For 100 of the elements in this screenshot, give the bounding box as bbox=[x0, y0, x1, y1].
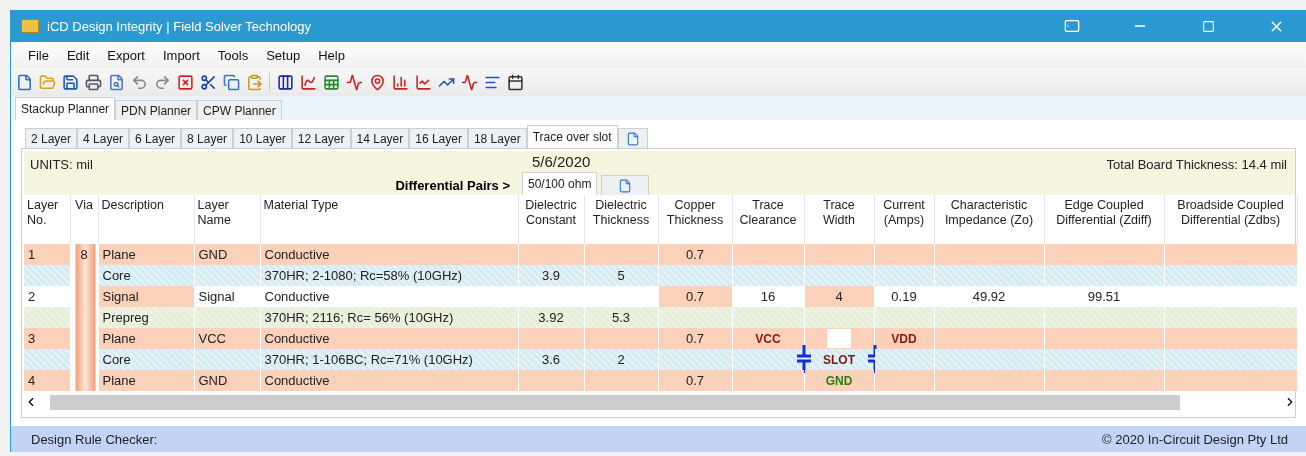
table-cell: 370HR; 1-106BC; Rc=71% (10GHz) bbox=[260, 349, 518, 370]
document-icon bbox=[625, 131, 640, 146]
spreadsheet-icon[interactable] bbox=[321, 72, 341, 92]
table-cell: 5.3 bbox=[584, 307, 658, 328]
tab[interactable]: PDN Planner bbox=[115, 100, 198, 120]
table-cell bbox=[518, 328, 584, 349]
tab[interactable]: 10 Layer bbox=[233, 128, 292, 148]
copy-icon[interactable] bbox=[221, 72, 241, 92]
net-label: VCC bbox=[755, 332, 781, 346]
table-cell: Conductive bbox=[260, 244, 518, 265]
table-cell bbox=[194, 265, 260, 286]
table-cell bbox=[732, 244, 804, 265]
table-cell bbox=[24, 349, 70, 370]
delete-icon[interactable] bbox=[175, 72, 195, 92]
bar-chart-icon[interactable] bbox=[390, 72, 410, 92]
table-cell bbox=[874, 244, 934, 265]
table-cell: Plane bbox=[98, 244, 194, 265]
new-tab-button[interactable] bbox=[617, 128, 648, 148]
table-cell bbox=[518, 244, 584, 265]
table-cell: Signal bbox=[98, 286, 194, 307]
table-cell: Conductive bbox=[260, 286, 518, 307]
units-label: UNITS: mil bbox=[29, 156, 93, 172]
pulse-chart-icon[interactable] bbox=[459, 72, 479, 92]
table-cell: 2 bbox=[24, 286, 70, 307]
app-icon bbox=[21, 19, 39, 33]
table-cell: 0.7 bbox=[658, 328, 732, 349]
cut-icon[interactable] bbox=[198, 72, 218, 92]
table-cell: 370HR; 2-1080; Rc=58% (10GHz) bbox=[260, 265, 518, 286]
table-cell: 5 bbox=[584, 265, 658, 286]
tab[interactable]: 14 Layer bbox=[350, 128, 410, 148]
menu-item[interactable]: Setup bbox=[257, 47, 310, 63]
table-cell: 4 bbox=[24, 370, 70, 391]
menu-item[interactable]: Tools bbox=[208, 47, 258, 63]
table-cell: GND bbox=[194, 370, 260, 391]
window-title: iCD Design Integrity | Field Solver Technology bbox=[47, 18, 312, 34]
table-cell: Plane bbox=[98, 370, 194, 391]
board-thickness-label: Total Board Thickness: 14.4 mil bbox=[1106, 156, 1287, 172]
table-cell: 8 bbox=[70, 244, 98, 265]
table-cell bbox=[874, 265, 934, 286]
tab[interactable]: 6 Layer bbox=[129, 128, 182, 148]
table-cell: 0.19 bbox=[874, 286, 934, 307]
table-cell: 4 bbox=[804, 286, 874, 307]
tab[interactable]: 12 Layer bbox=[291, 128, 351, 148]
table-cell: GND bbox=[194, 244, 260, 265]
curve-chart-icon[interactable] bbox=[298, 72, 318, 92]
table-cell: 0.7 bbox=[658, 370, 732, 391]
tab[interactable]: Trace over slot bbox=[526, 125, 618, 148]
scrollbar-thumb[interactable] bbox=[50, 394, 1180, 410]
table-cell: 3.92 bbox=[518, 307, 584, 328]
maximize-icon[interactable] bbox=[1201, 19, 1215, 33]
tab[interactable]: 18 Layer bbox=[467, 128, 527, 148]
tab[interactable]: 50/100 ohm bbox=[522, 172, 598, 195]
differential-pairs-label: Differential Pairs > bbox=[395, 178, 511, 195]
tab[interactable]: 16 Layer bbox=[409, 128, 468, 148]
table-cell bbox=[70, 370, 98, 391]
table-cell: 2 bbox=[584, 349, 658, 370]
table-cell: Core bbox=[98, 265, 194, 286]
tab[interactable]: 4 Layer bbox=[77, 128, 130, 148]
table-cell: 16 bbox=[732, 286, 804, 307]
menu-item[interactable]: Import bbox=[153, 47, 209, 63]
table-cell bbox=[194, 307, 260, 328]
net-label: GND bbox=[825, 374, 853, 388]
columns-icon[interactable] bbox=[275, 72, 295, 92]
tab[interactable]: 8 Layer bbox=[181, 128, 234, 148]
table-cell: 1 bbox=[24, 244, 70, 265]
slot-label: SLOT bbox=[823, 353, 855, 367]
table-cell: Prepreg bbox=[98, 307, 194, 328]
table-cell bbox=[804, 244, 874, 265]
copyright-text: © 2020 In-Circuit Design Pty Ltd bbox=[1102, 431, 1288, 447]
table-cell bbox=[804, 265, 874, 286]
table-cell: 370HR; 2116; Rc= 56% (10GHz) bbox=[260, 307, 518, 328]
table-cell: VCC bbox=[194, 328, 260, 349]
table-cell bbox=[24, 307, 70, 328]
capacitor-icon bbox=[795, 345, 812, 373]
menu-item[interactable]: Edit bbox=[57, 47, 99, 63]
table-cell bbox=[732, 265, 804, 286]
tab[interactable]: Stackup Planner bbox=[15, 97, 116, 120]
line-chart-icon[interactable] bbox=[413, 72, 433, 92]
table-cell: Conductive bbox=[260, 370, 518, 391]
tab[interactable]: 2 Layer bbox=[25, 128, 78, 148]
menu-item[interactable]: Help bbox=[309, 47, 354, 63]
table-cell bbox=[518, 370, 584, 391]
tablet-icon[interactable] bbox=[1064, 18, 1080, 34]
table-cell bbox=[24, 265, 70, 286]
save-icon[interactable] bbox=[60, 72, 80, 92]
table-cell: 49.92 bbox=[934, 286, 1044, 307]
tab[interactable]: CPW Planner bbox=[197, 100, 282, 120]
menu-item[interactable]: File bbox=[19, 47, 58, 63]
calendar-icon[interactable] bbox=[505, 72, 525, 92]
table-cell: Conductive bbox=[260, 328, 518, 349]
menu-item[interactable]: Export bbox=[98, 47, 154, 63]
table-cell: Signal bbox=[194, 286, 260, 307]
table-cell: 99.51 bbox=[1044, 286, 1164, 307]
print-icon[interactable] bbox=[83, 72, 103, 92]
table-cell: 3.9 bbox=[518, 265, 584, 286]
table-cell: Plane bbox=[98, 328, 194, 349]
table-cell: 3.6 bbox=[518, 349, 584, 370]
wave-icon[interactable] bbox=[344, 72, 364, 92]
new-tab-button[interactable] bbox=[601, 175, 650, 195]
status-text: Design Rule Checker: bbox=[31, 431, 158, 447]
